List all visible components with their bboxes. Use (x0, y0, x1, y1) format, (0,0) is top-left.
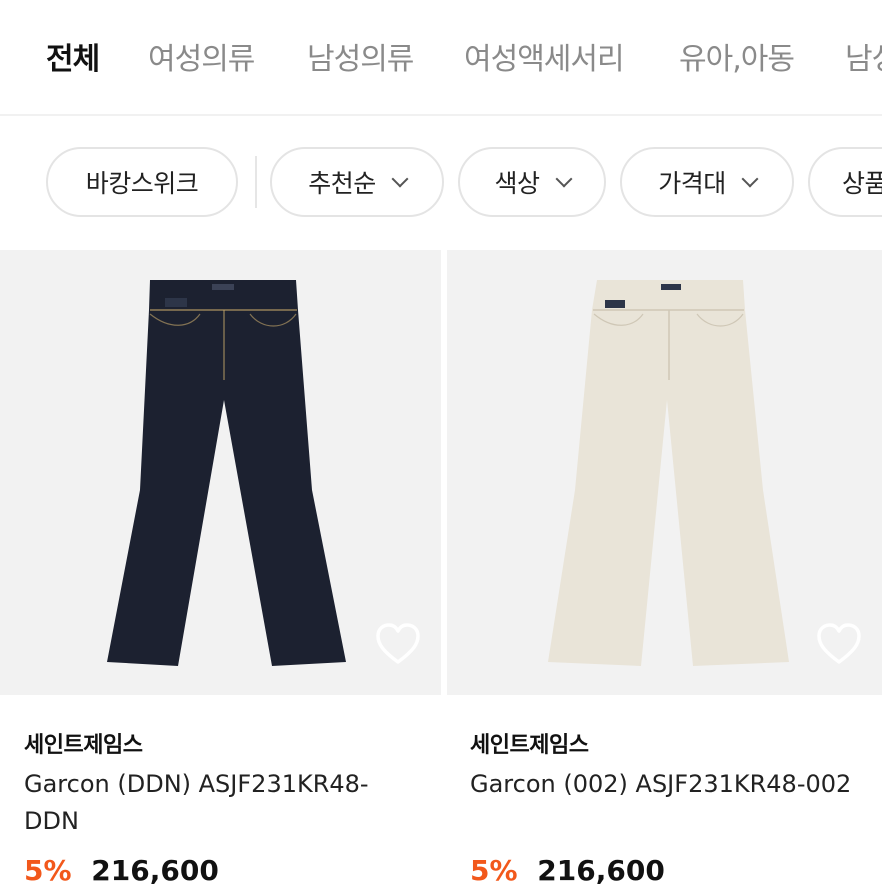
filter-chip-label: 가격대 (658, 169, 726, 198)
filter-chip-label: 상품 (842, 169, 882, 198)
product-brand: 세인트제임스 (24, 733, 143, 758)
product-brand: 세인트제임스 (470, 733, 589, 758)
category-tab-bar: 전체 여성의류 남성의류 여성액세서리 유아,아동 남성 (0, 0, 882, 116)
filter-chip-vacance-week[interactable]: 바캉스위크 (46, 147, 238, 217)
filter-chip-sort[interactable]: 추천순 (270, 147, 444, 217)
filter-chip-label: 색상 (494, 169, 540, 198)
price-row: 5% 216,600 (24, 854, 219, 887)
filter-chip-label: 바캉스위크 (85, 169, 199, 198)
product-price: 216,600 (91, 854, 219, 887)
filter-chip-label: 추천순 (308, 169, 376, 198)
filter-chip-color[interactable]: 색상 (458, 147, 606, 217)
product-image[interactable] (0, 250, 441, 695)
heart-outline-icon[interactable] (373, 620, 423, 668)
product-grid: 세인트제임스 Garcon (DDN) ASJF231KR48-DDN 5% 2… (0, 250, 882, 887)
discount-rate: 5% (470, 854, 518, 887)
tab-men-clothing[interactable]: 남성의류 (307, 34, 414, 78)
tab-women-accessories[interactable]: 여성액세서리 (464, 34, 625, 78)
product-name[interactable]: Garcon (002) ASJF231KR48-002 (470, 766, 860, 803)
product-card[interactable]: 세인트제임스 Garcon (DDN) ASJF231KR48-DDN 5% 2… (0, 250, 441, 887)
tab-women-clothing[interactable]: 여성의류 (148, 34, 255, 78)
tab-kids[interactable]: 유아,아동 (679, 34, 795, 78)
filter-chip-price[interactable]: 가격대 (620, 147, 794, 217)
product-price: 216,600 (537, 854, 665, 887)
product-name[interactable]: Garcon (DDN) ASJF231KR48-DDN (24, 766, 414, 840)
chevron-down-icon (741, 170, 759, 188)
filter-divider (255, 156, 257, 208)
discount-rate: 5% (24, 854, 72, 887)
chevron-down-icon (391, 170, 409, 188)
chevron-down-icon (555, 170, 572, 188)
tab-all[interactable]: 전체 (46, 34, 100, 78)
product-card[interactable]: 세인트제임스 Garcon (002) ASJF231KR48-002 5% 2… (447, 250, 882, 887)
filter-bar: 바캉스위크 추천순 색상 가격대 상품 (0, 116, 882, 250)
tab-men-more[interactable]: 남성 (845, 34, 882, 78)
price-row: 5% 216,600 (470, 854, 665, 887)
filter-chip-product[interactable]: 상품 (808, 147, 882, 217)
heart-outline-icon[interactable] (814, 620, 864, 668)
product-image[interactable] (447, 250, 882, 695)
